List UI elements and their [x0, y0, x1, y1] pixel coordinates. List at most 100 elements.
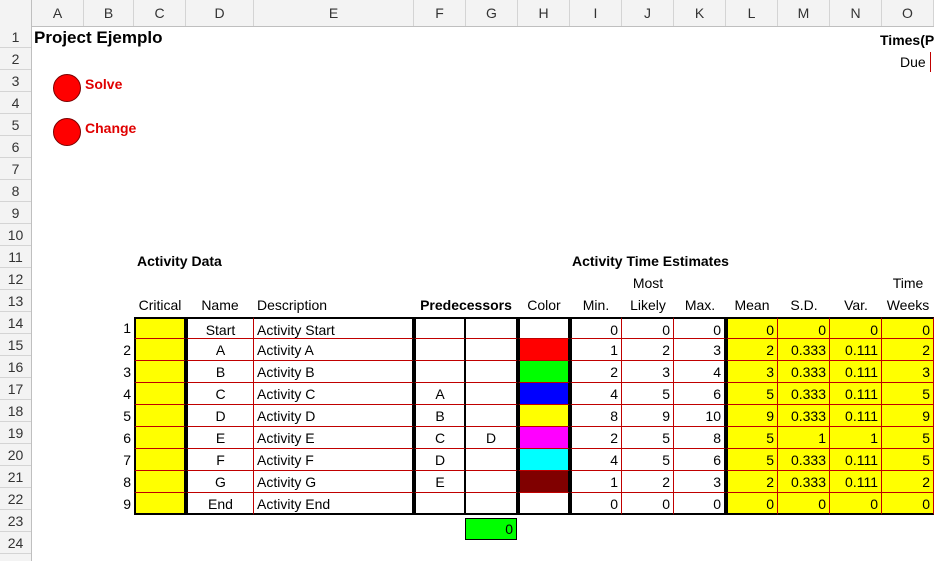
- description-cell[interactable]: Activity A: [254, 339, 414, 361]
- min-cell[interactable]: 2: [570, 361, 622, 383]
- name-cell[interactable]: D: [186, 405, 254, 427]
- max-cell[interactable]: 6: [674, 449, 726, 471]
- time-cell[interactable]: 5: [882, 427, 934, 449]
- description-cell[interactable]: Activity Start: [254, 317, 414, 339]
- solve-button-label[interactable]: Solve: [85, 76, 122, 92]
- sd-cell[interactable]: 0.333: [778, 361, 830, 383]
- row-header-9[interactable]: 9: [0, 202, 31, 224]
- column-header-n[interactable]: N: [830, 0, 882, 26]
- row-header-10[interactable]: 10: [0, 224, 31, 246]
- mean-cell[interactable]: 5: [726, 427, 778, 449]
- row-header-17[interactable]: 17: [0, 378, 31, 400]
- due-input[interactable]: [930, 52, 934, 72]
- time-cell[interactable]: 3: [882, 361, 934, 383]
- row-header-14[interactable]: 14: [0, 312, 31, 334]
- row-header-21[interactable]: 21: [0, 466, 31, 488]
- row-header-3[interactable]: 3: [0, 70, 31, 92]
- column-header-i[interactable]: I: [570, 0, 622, 26]
- predecessor-1-cell[interactable]: [414, 317, 466, 339]
- row-header-12[interactable]: 12: [0, 268, 31, 290]
- var-cell[interactable]: 0.111: [830, 339, 882, 361]
- sd-cell[interactable]: 0.333: [778, 449, 830, 471]
- predecessor-2-cell[interactable]: [466, 317, 518, 339]
- solve-button[interactable]: [53, 74, 81, 102]
- name-cell[interactable]: B: [186, 361, 254, 383]
- time-cell[interactable]: 0: [882, 493, 934, 515]
- predecessor-1-cell[interactable]: [414, 361, 466, 383]
- mean-cell[interactable]: 2: [726, 471, 778, 493]
- predecessor-2-cell[interactable]: [466, 383, 518, 405]
- predecessor-2-cell[interactable]: [466, 471, 518, 493]
- max-cell[interactable]: 0: [674, 317, 726, 339]
- row-header-1[interactable]: 1: [0, 26, 31, 48]
- color-cell[interactable]: [518, 449, 570, 471]
- column-header-c[interactable]: C: [134, 0, 186, 26]
- var-cell[interactable]: 0.111: [830, 361, 882, 383]
- time-cell[interactable]: 5: [882, 449, 934, 471]
- var-cell[interactable]: 0: [830, 493, 882, 515]
- max-cell[interactable]: 4: [674, 361, 726, 383]
- description-cell[interactable]: Activity G: [254, 471, 414, 493]
- var-cell[interactable]: 0.111: [830, 471, 882, 493]
- max-cell[interactable]: 3: [674, 339, 726, 361]
- max-cell[interactable]: 0: [674, 493, 726, 515]
- max-cell[interactable]: 10: [674, 405, 726, 427]
- predecessor-1-cell[interactable]: B: [414, 405, 466, 427]
- likely-cell[interactable]: 2: [622, 471, 674, 493]
- column-header-g[interactable]: G: [466, 0, 518, 26]
- row-header-19[interactable]: 19: [0, 422, 31, 444]
- row-header-2[interactable]: 2: [0, 48, 31, 70]
- color-cell[interactable]: [518, 471, 570, 493]
- predecessor-2-cell[interactable]: [466, 449, 518, 471]
- row-header-13[interactable]: 13: [0, 290, 31, 312]
- column-header-j[interactable]: J: [622, 0, 674, 26]
- max-cell[interactable]: 6: [674, 383, 726, 405]
- min-cell[interactable]: 2: [570, 427, 622, 449]
- row-header-6[interactable]: 6: [0, 136, 31, 158]
- select-all-corner[interactable]: [0, 0, 32, 26]
- name-cell[interactable]: G: [186, 471, 254, 493]
- min-cell[interactable]: 0: [570, 493, 622, 515]
- var-cell[interactable]: 1: [830, 427, 882, 449]
- likely-cell[interactable]: 5: [622, 427, 674, 449]
- likely-cell[interactable]: 3: [622, 361, 674, 383]
- column-header-k[interactable]: K: [674, 0, 726, 26]
- column-header-m[interactable]: M: [778, 0, 830, 26]
- row-header-8[interactable]: 8: [0, 180, 31, 202]
- description-cell[interactable]: Activity B: [254, 361, 414, 383]
- predecessor-1-cell[interactable]: [414, 493, 466, 515]
- critical-cell[interactable]: [134, 361, 186, 383]
- description-cell[interactable]: Activity End: [254, 493, 414, 515]
- description-cell[interactable]: Activity D: [254, 405, 414, 427]
- row-header-16[interactable]: 16: [0, 356, 31, 378]
- column-header-o[interactable]: O: [882, 0, 934, 26]
- row-header-24[interactable]: 24: [0, 532, 31, 554]
- likely-cell[interactable]: 0: [622, 493, 674, 515]
- var-cell[interactable]: 0.111: [830, 449, 882, 471]
- row-header-23[interactable]: 23: [0, 510, 31, 532]
- column-header-b[interactable]: B: [84, 0, 134, 26]
- predecessor-2-cell[interactable]: [466, 405, 518, 427]
- column-header-l[interactable]: L: [726, 0, 778, 26]
- mean-cell[interactable]: 0: [726, 317, 778, 339]
- row-header-4[interactable]: 4: [0, 92, 31, 114]
- change-button[interactable]: [53, 118, 81, 146]
- row-header-22[interactable]: 22: [0, 488, 31, 510]
- critical-cell[interactable]: [134, 427, 186, 449]
- color-cell[interactable]: [518, 493, 570, 515]
- time-cell[interactable]: 2: [882, 471, 934, 493]
- mean-cell[interactable]: 3: [726, 361, 778, 383]
- var-cell[interactable]: 0.111: [830, 405, 882, 427]
- predecessor-1-cell[interactable]: C: [414, 427, 466, 449]
- sd-cell[interactable]: 0.333: [778, 405, 830, 427]
- column-header-a[interactable]: A: [32, 0, 84, 26]
- time-cell[interactable]: 0: [882, 317, 934, 339]
- critical-cell[interactable]: [134, 405, 186, 427]
- name-cell[interactable]: A: [186, 339, 254, 361]
- column-header-e[interactable]: E: [254, 0, 414, 26]
- mean-cell[interactable]: 5: [726, 383, 778, 405]
- color-cell[interactable]: [518, 427, 570, 449]
- mean-cell[interactable]: 5: [726, 449, 778, 471]
- critical-cell[interactable]: [134, 449, 186, 471]
- mean-cell[interactable]: 0: [726, 493, 778, 515]
